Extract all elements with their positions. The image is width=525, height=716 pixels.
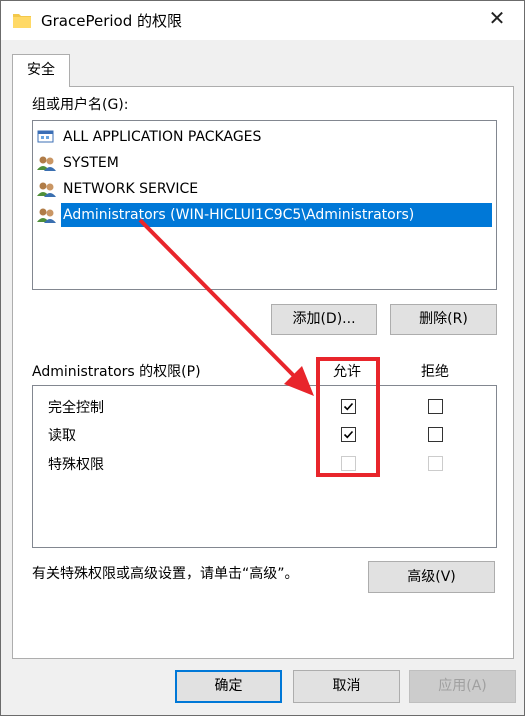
tab-security[interactable]: 安全 xyxy=(12,54,70,87)
annotation-arrow-icon xyxy=(138,218,314,396)
